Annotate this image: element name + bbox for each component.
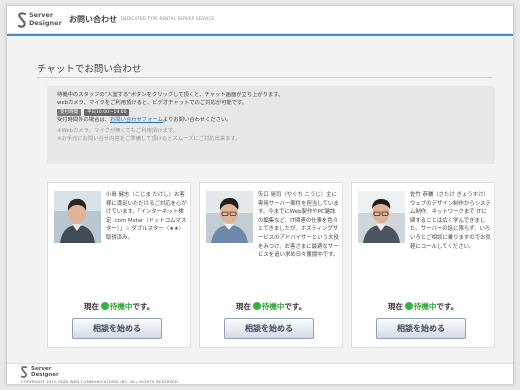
staff-portrait-icon <box>54 191 101 243</box>
logo-line-2: Designer <box>29 19 62 27</box>
status-value: 待機中 <box>109 302 133 311</box>
info-note-2: ※お手元にお問い合せ内容をご準備して頂けるとスムーズにご対応出来ます。 <box>57 136 241 142</box>
status-suffix: です。 <box>132 302 155 311</box>
footer-logo-text: Server Designer <box>31 366 59 378</box>
logo-mark-icon <box>20 366 28 378</box>
header-page-title: お問い合わせ <box>69 15 117 24</box>
staff-card: 佐竹 恭輔（さたけ きょうすけ）ウェブのデザイン制作からシステム制作、ネットワー… <box>351 182 495 348</box>
title-divider <box>37 77 492 78</box>
staff-cards: 小島 健志（こじま たけし）お客様に満足いただけるご対応を心がけています。「イン… <box>47 182 495 348</box>
staff-bio: 佐竹 恭輔（さたけ きょうすけ）ウェブのデザイン制作からシステム制作、ネットワー… <box>410 192 491 250</box>
hours-row: 受付時間 平日10:00～19:00 <box>57 108 485 116</box>
site-logo[interactable]: Server Designer <box>17 10 67 30</box>
start-consultation-button[interactable]: 相談を始める <box>224 318 314 339</box>
info-line-3-prefix: 受付時間外の場合は、 <box>57 117 110 123</box>
status-dot-icon <box>404 302 413 310</box>
info-line-3: 受付時間外の場合は、お問い合わせフォームよりお問い合わせください。 <box>57 116 485 124</box>
staff-bio: 小島 健志（こじま たけし）お客様に満足いただけるご対応を心がけています。「イン… <box>106 192 187 241</box>
start-consultation-button[interactable]: 相談を始める <box>72 318 162 339</box>
info-line-1: 待機中のスタッフの"入室する"ボタンをクリックして頂くと、チャット画面が立ち上が… <box>57 92 284 98</box>
site-footer: Server Designer COPYRIGHT 2010 KDDI WEB … <box>7 363 513 384</box>
footer-logo-line-2: Designer <box>31 372 59 378</box>
status-dot-icon <box>100 302 109 310</box>
staff-card: 矢口 晃司（やぐち こうじ）主に専用サーバー案件を担当しています。今までにWeb… <box>199 182 343 348</box>
contact-form-link[interactable]: お問い合わせフォーム <box>110 117 163 123</box>
info-note-1: ※Webカメラ、マイクが無くてもご利用頂けます。 <box>57 128 178 134</box>
staff-bio: 矢口 晃司（やぐち こうじ）主に専用サーバー案件を担当しています。今までにWeb… <box>258 192 339 259</box>
status-prefix: 現在 <box>387 302 403 311</box>
info-line-3-suffix: よりお問い合わせください。 <box>162 117 232 123</box>
staff-portrait-icon <box>358 191 405 243</box>
status-value: 待機中 <box>261 302 285 311</box>
staff-status: 現在 待機中です。 <box>48 301 190 312</box>
staff-status: 現在 待機中です。 <box>200 301 342 312</box>
staff-card: 小島 健志（こじま たけし）お客様に満足いただけるご対応を心がけています。「イン… <box>47 182 191 348</box>
staff-status: 現在 待機中です。 <box>352 301 494 312</box>
status-value: 待機中 <box>413 302 437 311</box>
copyright-text: COPYRIGHT 2010 KDDI WEB COMMUNICATIONS I… <box>21 379 180 384</box>
page-title: チャットでお問い合わせ <box>37 64 142 75</box>
status-suffix: です。 <box>284 302 307 311</box>
status-prefix: 現在 <box>83 302 99 311</box>
hours-label-badge: 受付時間 <box>57 109 81 116</box>
header-accent-rule <box>7 34 513 36</box>
start-consultation-button[interactable]: 相談を始める <box>376 318 466 339</box>
staff-photo <box>358 191 405 243</box>
staff-portrait-icon <box>206 191 253 243</box>
staff-photo <box>206 191 253 243</box>
status-prefix: 現在 <box>235 302 251 311</box>
info-panel: 待機中のスタッフの"入室する"ボタンをクリックして頂くと、チャット画面が立ち上が… <box>47 86 495 164</box>
logo-line-1: Server <box>29 11 54 19</box>
site-header: Server Designer お問い合わせ DEDICATED TYPE RE… <box>7 6 513 34</box>
status-suffix: です。 <box>436 302 459 311</box>
header-subtitle: DEDICATED TYPE RENTAL SERVER SERVICE <box>121 16 215 21</box>
hours-value-badge: 平日10:00～19:00 <box>84 109 130 116</box>
logo-text: Server Designer <box>29 11 62 27</box>
status-dot-icon <box>252 302 261 310</box>
page-frame: Server Designer お問い合わせ DEDICATED TYPE RE… <box>6 5 514 385</box>
staff-photo <box>54 191 101 243</box>
logo-mark-icon <box>17 12 27 28</box>
info-line-2: webカメラ、マイクをご利用頂けると、ビデオチャットでのご対応が可能です。 <box>57 100 248 106</box>
